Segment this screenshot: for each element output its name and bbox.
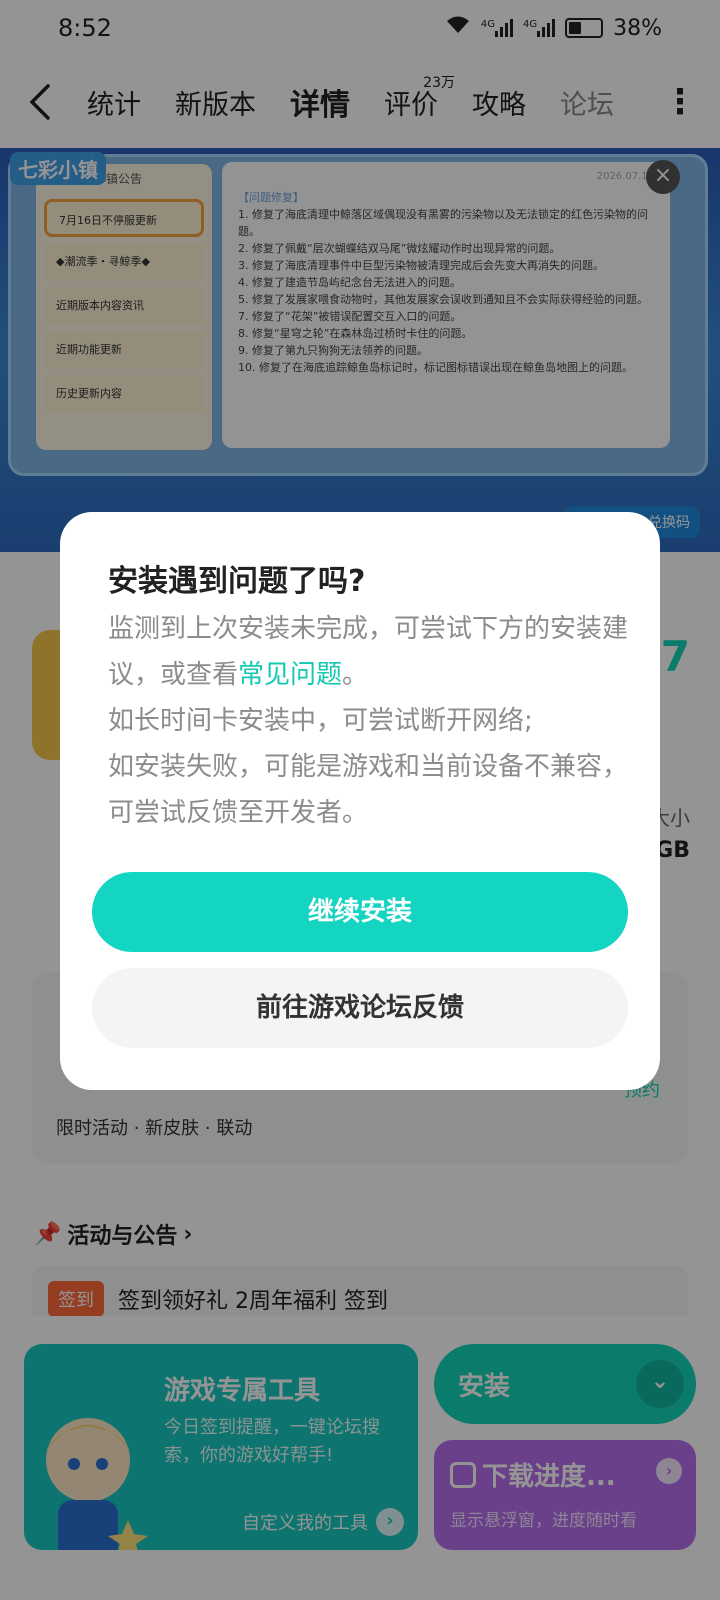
install-problem-dialog: 安装遇到问题了吗? 监测到上次安装未完成，可尝试下方的安装建议，或查看常见问题。… — [60, 512, 660, 1090]
dialog-body: 监测到上次安装未完成，可尝试下方的安装建议，或查看常见问题。 如长时间卡安装中，… — [108, 606, 628, 836]
forum-feedback-button[interactable]: 前往游戏论坛反馈 — [92, 968, 628, 1048]
dialog-text: 如长时间卡安装中，可尝试断开网络; — [108, 706, 533, 736]
dialog-title: 安装遇到问题了吗? — [108, 564, 366, 599]
continue-install-button[interactable]: 继续安装 — [92, 872, 628, 952]
dialog-text: 如安装失败，可能是游戏和当前设备不兼容，可尝试反馈至开发者。 — [108, 752, 629, 828]
faq-link[interactable]: 常见问题 — [238, 660, 342, 690]
